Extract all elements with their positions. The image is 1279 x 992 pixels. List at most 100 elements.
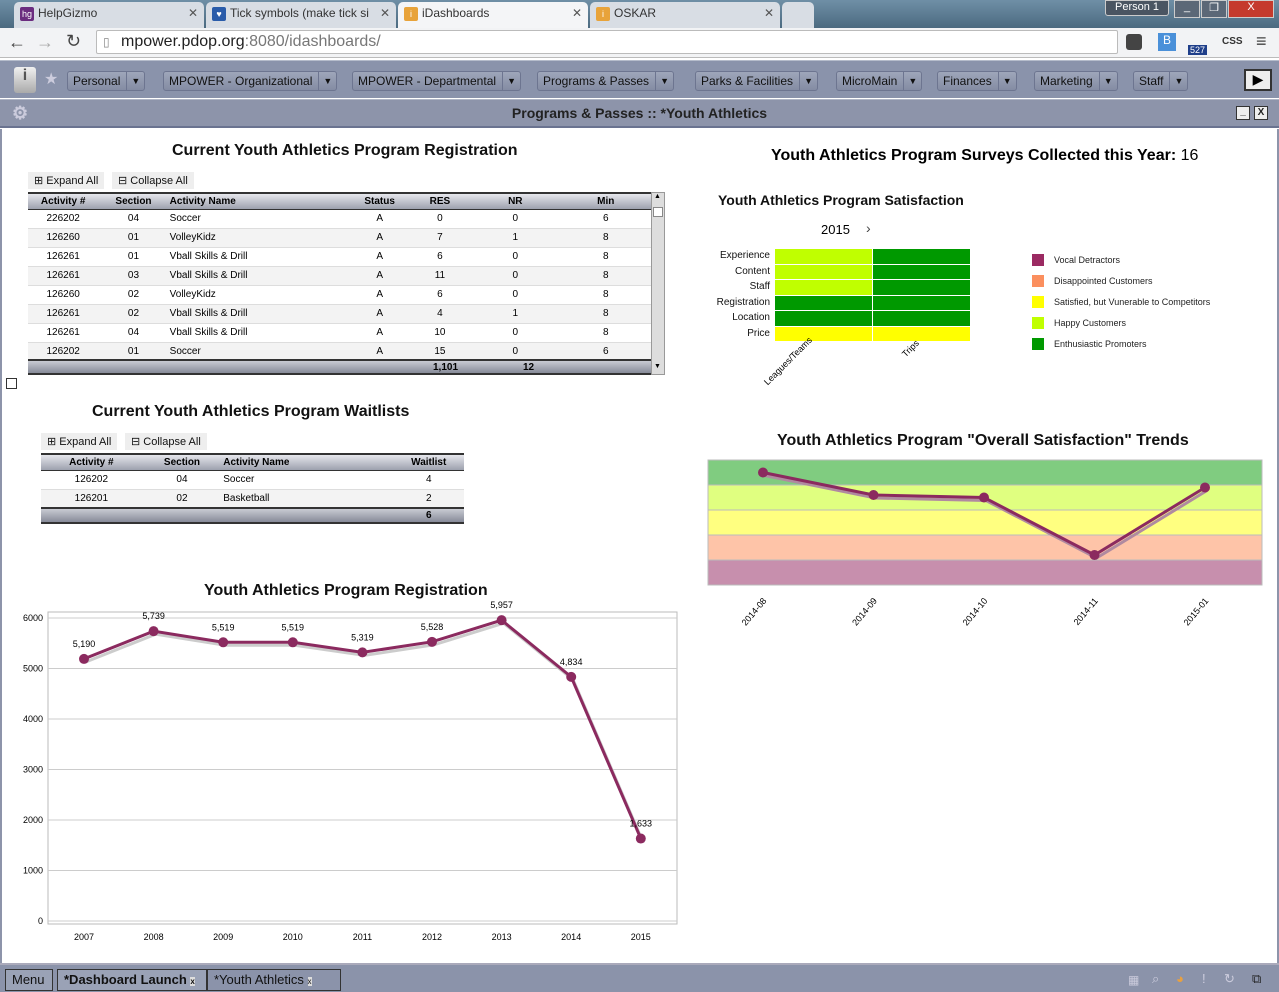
table-row[interactable]: 126260 01 VolleyKidz A 7 1 8: [28, 228, 651, 248]
data-point[interactable]: [1089, 550, 1100, 560]
scroll-up-icon[interactable]: ▲: [654, 193, 661, 200]
evernote-icon[interactable]: [1126, 34, 1142, 50]
minimize-button[interactable]: _: [1174, 0, 1200, 18]
nav-parks-facilities[interactable]: Parks & Facilities ▼: [695, 71, 819, 91]
data-point[interactable]: [427, 636, 437, 647]
heatmap-cell[interactable]: [873, 295, 970, 310]
column-header[interactable]: Status: [349, 192, 410, 210]
extension-badge[interactable]: 527: [1188, 45, 1208, 55]
heatmap-cell[interactable]: [873, 280, 970, 295]
data-point[interactable]: [218, 637, 229, 648]
table-row[interactable]: 126261 02 Vball Skills & Drill A 4 1 8: [28, 304, 651, 324]
menu-button[interactable]: Menu: [5, 969, 53, 991]
nav-micromain[interactable]: MicroMain ▼: [836, 71, 923, 91]
table-row[interactable]: 126261 03 Vball Skills & Drill A 11 0 8: [28, 266, 651, 286]
column-header[interactable]: Activity Name: [168, 192, 350, 210]
close-dashboard-button[interactable]: X: [1254, 106, 1268, 120]
column-header[interactable]: Section: [141, 453, 223, 471]
heatmap-cell[interactable]: [873, 326, 970, 341]
column-header[interactable]: Activity Name: [222, 453, 394, 471]
refresh-icon[interactable]: ↻: [1224, 971, 1235, 987]
new-tab-button[interactable]: [782, 2, 814, 28]
profile-button[interactable]: Person 1: [1105, 0, 1169, 16]
column-header[interactable]: Min: [560, 192, 651, 210]
browser-tab-tick-symbols[interactable]: ♥ Tick symbols (make tick si ✕: [206, 2, 396, 28]
css-extension-icon[interactable]: CSS: [1222, 36, 1243, 47]
table-row[interactable]: 226202 04 Soccer A 0 0 6: [28, 209, 651, 229]
nav-marketing[interactable]: Marketing ▼: [1034, 71, 1118, 91]
scroll-thumb[interactable]: [653, 207, 663, 217]
table-row[interactable]: 126260 02 VolleyKidz A 6 0 8: [28, 285, 651, 305]
fullscreen-icon[interactable]: ⧉: [1252, 971, 1261, 987]
browser-tab-oskar[interactable]: i OSKAR ✕: [590, 2, 780, 28]
column-header[interactable]: NR: [470, 192, 561, 210]
play-slideshow-button[interactable]: ▶: [1244, 69, 1272, 91]
heatmap-cell[interactable]: [775, 264, 872, 279]
favorites-star-icon[interactable]: ★: [44, 69, 58, 89]
nav-personal[interactable]: Personal ▼: [67, 71, 146, 91]
collapse-all-button[interactable]: ⊟ Collapse All: [125, 433, 207, 450]
column-header[interactable]: Activity #: [41, 453, 142, 471]
table-row[interactable]: 126202 04 Soccer 4: [41, 470, 464, 490]
data-point[interactable]: [357, 647, 368, 658]
taskbar-tab-dashboard-launch[interactable]: *Dashboard Launch x: [57, 969, 207, 991]
url-input[interactable]: ▯ mpower.pdop.org:8080/idashboards/: [96, 30, 1118, 54]
data-point[interactable]: [496, 615, 507, 626]
data-point[interactable]: [758, 467, 768, 478]
heatmap-cell[interactable]: [873, 311, 970, 326]
table-row[interactable]: 126261 04 Vball Skills & Drill A 10 0 8: [28, 323, 651, 343]
data-point[interactable]: [1200, 482, 1210, 493]
data-point[interactable]: [635, 833, 646, 844]
table-row[interactable]: 126261 01 Vball Skills & Drill A 6 0 8: [28, 247, 651, 267]
column-header[interactable]: Waitlist: [393, 453, 464, 471]
gear-icon[interactable]: ⚙: [12, 100, 28, 127]
heatmap-cell[interactable]: [775, 295, 872, 310]
heatmap-cell[interactable]: [775, 311, 872, 326]
heatmap-cell[interactable]: [775, 326, 872, 341]
data-point[interactable]: [566, 671, 577, 682]
menu-icon[interactable]: ≡: [1256, 31, 1267, 52]
heatmap-cell[interactable]: [873, 249, 970, 264]
nav-mpower-departmental[interactable]: MPOWER - Departmental ▼: [352, 71, 522, 91]
alert-icon[interactable]: !: [1202, 971, 1206, 986]
search-icon[interactable]: ⌕: [1152, 971, 1159, 987]
expand-all-button[interactable]: ⊞ Expand All: [41, 433, 118, 450]
browser-tab-idashboards[interactable]: i iDashboards ✕: [398, 2, 588, 28]
back-icon[interactable]: ←: [8, 32, 26, 53]
taskbar-tab-youth-athletics[interactable]: *Youth Athletics x: [207, 969, 341, 991]
nav-staff[interactable]: Staff ▼: [1133, 71, 1189, 91]
column-header[interactable]: RES: [409, 192, 471, 210]
maximize-button[interactable]: ❐: [1201, 0, 1227, 18]
data-point[interactable]: [979, 492, 989, 503]
registration-scrollbar[interactable]: ▲ ▼: [651, 192, 665, 375]
data-point[interactable]: [79, 653, 89, 664]
minimize-dashboard-button[interactable]: _: [1236, 106, 1250, 120]
close-tab-icon[interactable]: ✕: [572, 6, 582, 20]
nav-finances[interactable]: Finances ▼: [937, 71, 1017, 91]
column-header[interactable]: Section: [98, 192, 169, 210]
close-tab-icon[interactable]: ✕: [380, 6, 390, 20]
calendar-icon[interactable]: ▦: [1128, 973, 1139, 987]
close-tab-icon[interactable]: ✕: [188, 6, 198, 20]
extension-b-icon[interactable]: B: [1158, 33, 1176, 51]
heatmap-cell[interactable]: [873, 264, 970, 279]
expand-all-button[interactable]: ⊞ Expand All: [28, 172, 105, 189]
close-tab-icon[interactable]: ✕: [764, 6, 774, 20]
pie-chart-icon[interactable]: ◕: [1176, 971, 1184, 986]
heatmap-cell[interactable]: [775, 249, 872, 264]
idashboards-logo[interactable]: i: [14, 67, 36, 93]
reload-icon[interactable]: ↻: [66, 31, 81, 52]
close-window-button[interactable]: X: [1228, 0, 1274, 18]
table-row[interactable]: 126201 02 Basketball 2: [41, 489, 464, 509]
scroll-down-icon[interactable]: ▼: [654, 363, 661, 370]
collapse-all-button[interactable]: ⊟ Collapse All: [112, 172, 194, 189]
window-restore-icon[interactable]: [6, 378, 17, 389]
forward-icon[interactable]: →: [36, 32, 54, 53]
nav-mpower-organizational[interactable]: MPOWER - Organizational ▼: [163, 71, 338, 91]
data-point[interactable]: [148, 626, 159, 637]
browser-tab-helpgizmo[interactable]: hg HelpGizmo ✕: [14, 2, 204, 28]
heatmap-cell[interactable]: [775, 280, 872, 295]
nav-programs-passes[interactable]: Programs & Passes ▼: [537, 71, 675, 91]
next-period-chevron-icon[interactable]: ›: [866, 220, 871, 236]
column-header[interactable]: Activity #: [28, 192, 99, 210]
